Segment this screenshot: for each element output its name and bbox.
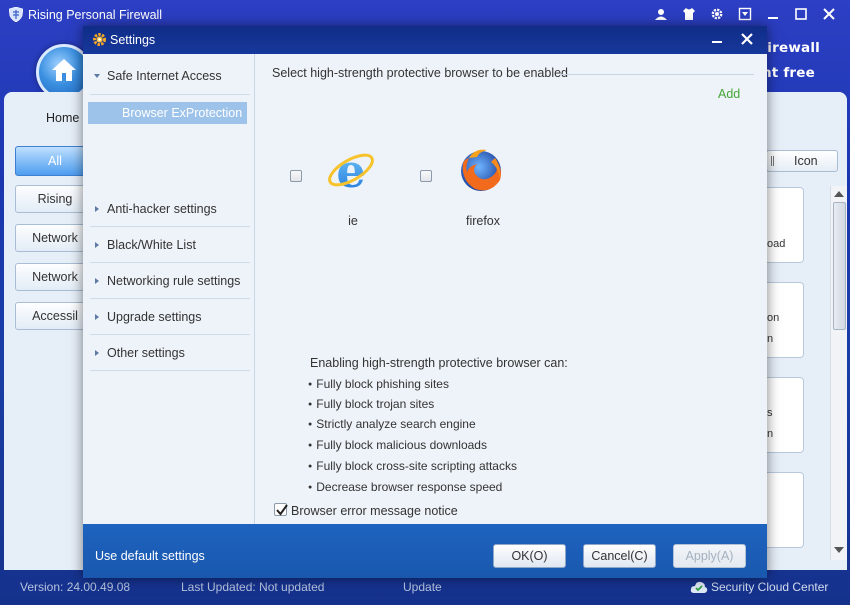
- sidebar-item-black-white-list[interactable]: Black/White List: [90, 228, 250, 263]
- collapsed-arrow-icon: [95, 350, 99, 356]
- ie-icon: e: [328, 144, 374, 196]
- card-text: n: [767, 428, 774, 440]
- feature-card[interactable]: [767, 472, 804, 548]
- sidebar-item-label: Other settings: [107, 346, 185, 360]
- settings-dialog: Settings Safe Internet Access Browser Ex…: [83, 26, 767, 578]
- feature-card[interactable]: s n: [767, 377, 804, 453]
- scroll-up-icon[interactable]: [834, 191, 844, 197]
- minimize-icon[interactable]: [762, 5, 784, 23]
- main-titlebar: Rising Personal Firewall: [0, 0, 850, 28]
- card-text: n: [767, 333, 774, 345]
- firefox-label: firefox: [465, 214, 501, 228]
- sidebar-item-anti-hacker[interactable]: Anti-hacker settings: [90, 192, 250, 227]
- svg-text:e: e: [336, 144, 365, 196]
- benefit-item: Decrease browser response speed: [308, 480, 502, 494]
- card-text: oad: [767, 238, 786, 250]
- nav-home[interactable]: Home: [46, 111, 79, 125]
- benefits-title: Enabling high-strength protective browse…: [310, 356, 568, 370]
- dialog-title: Settings: [110, 33, 156, 47]
- icon-view-label: Icon: [794, 154, 818, 168]
- dialog-client: Safe Internet Access Browser ExProtectio…: [83, 54, 767, 524]
- main-window-controls: [650, 5, 840, 23]
- dialog-minimize-button[interactable]: [705, 31, 729, 48]
- benefit-item: Strictly analyze search engine: [308, 417, 475, 431]
- sidebar-item-label: Anti-hacker settings: [107, 202, 217, 216]
- expanded-arrow-icon: [94, 74, 100, 78]
- settings-content: Select high-strength protective browser …: [255, 54, 767, 524]
- sidebar-item-label: Networking rule settings: [107, 274, 241, 288]
- sidebar-item-label: Upgrade settings: [107, 310, 202, 324]
- ie-label: ie: [348, 214, 358, 228]
- dialog-titlebar[interactable]: Settings: [83, 26, 767, 54]
- ok-button[interactable]: OK(O): [493, 544, 566, 568]
- benefit-item: Fully block phishing sites: [308, 377, 449, 391]
- close-icon[interactable]: [818, 5, 840, 23]
- feature-card[interactable]: on n: [767, 282, 804, 358]
- sidebar-item-safe-internet-access[interactable]: Safe Internet Access: [90, 59, 250, 95]
- sidebar-item-other[interactable]: Other settings: [90, 336, 250, 371]
- checkmark-icon: [276, 504, 288, 516]
- version-text: Version: 24.00.49.08: [20, 580, 131, 594]
- card-text: s: [767, 407, 773, 419]
- scrollbar-thumb[interactable]: [833, 202, 846, 330]
- benefit-item: Fully block cross-site scripting attacks: [308, 459, 517, 473]
- settings-gear-icon: [93, 33, 106, 46]
- maximize-icon[interactable]: [790, 5, 812, 23]
- sidebar-item-label: Black/White List: [107, 238, 196, 252]
- gear-icon[interactable]: [706, 5, 728, 23]
- sidebar-item-label: Safe Internet Access: [107, 69, 222, 83]
- skin-shirt-icon[interactable]: [678, 5, 700, 23]
- card-text: on: [767, 312, 780, 324]
- apply-button[interactable]: Apply(A): [673, 544, 746, 568]
- firefox-icon: [461, 149, 501, 191]
- dialog-close-button[interactable]: [733, 29, 761, 50]
- use-default-settings-link[interactable]: Use default settings: [95, 549, 205, 563]
- sidebar-item-networking-rule[interactable]: Networking rule settings: [90, 264, 250, 299]
- app-title: Rising Personal Firewall: [28, 8, 163, 22]
- sidebar-subitem-browser-exprotection[interactable]: Browser ExProtection: [88, 102, 247, 124]
- benefit-item: Fully block trojan sites: [308, 397, 434, 411]
- browser-error-notice-label[interactable]: Browser error message notice: [291, 504, 458, 518]
- dialog-footer: Use default settings OK(O) Cancel(C) App…: [83, 524, 767, 578]
- vertical-scrollbar[interactable]: [830, 186, 847, 560]
- cancel-button[interactable]: Cancel(C): [583, 544, 656, 568]
- feature-card[interactable]: oad: [767, 187, 804, 263]
- update-link[interactable]: Update: [403, 580, 442, 594]
- benefit-item: Fully block malicious downloads: [308, 438, 487, 452]
- firefox-checkbox[interactable]: [420, 170, 432, 182]
- settings-sidebar: Safe Internet Access Browser ExProtectio…: [83, 54, 255, 524]
- collapsed-arrow-icon: [95, 314, 99, 320]
- collapsed-arrow-icon: [95, 278, 99, 284]
- security-cloud-link[interactable]: Security Cloud Center: [711, 580, 828, 594]
- cloud-check-icon: [690, 581, 708, 593]
- browser-error-notice-checkbox[interactable]: [274, 503, 288, 516]
- scroll-down-icon[interactable]: [834, 547, 844, 553]
- section-header: Select high-strength protective browser …: [272, 66, 569, 80]
- view-grid-icon: [771, 156, 780, 166]
- header-divider: [560, 74, 754, 75]
- collapsed-arrow-icon: [95, 206, 99, 212]
- icon-view-button[interactable]: Icon: [766, 150, 838, 172]
- minimize-icon: [712, 41, 722, 43]
- last-updated-text: Last Updated: Not updated: [181, 580, 325, 594]
- close-icon: [741, 33, 753, 45]
- add-browser-link[interactable]: Add: [718, 87, 740, 101]
- menu-dropdown-icon[interactable]: [734, 5, 756, 23]
- sidebar-item-upgrade[interactable]: Upgrade settings: [90, 300, 250, 335]
- collapsed-arrow-icon: [95, 242, 99, 248]
- user-icon[interactable]: [650, 5, 672, 23]
- shield-logo-icon: [9, 7, 23, 22]
- ie-checkbox[interactable]: [290, 170, 302, 182]
